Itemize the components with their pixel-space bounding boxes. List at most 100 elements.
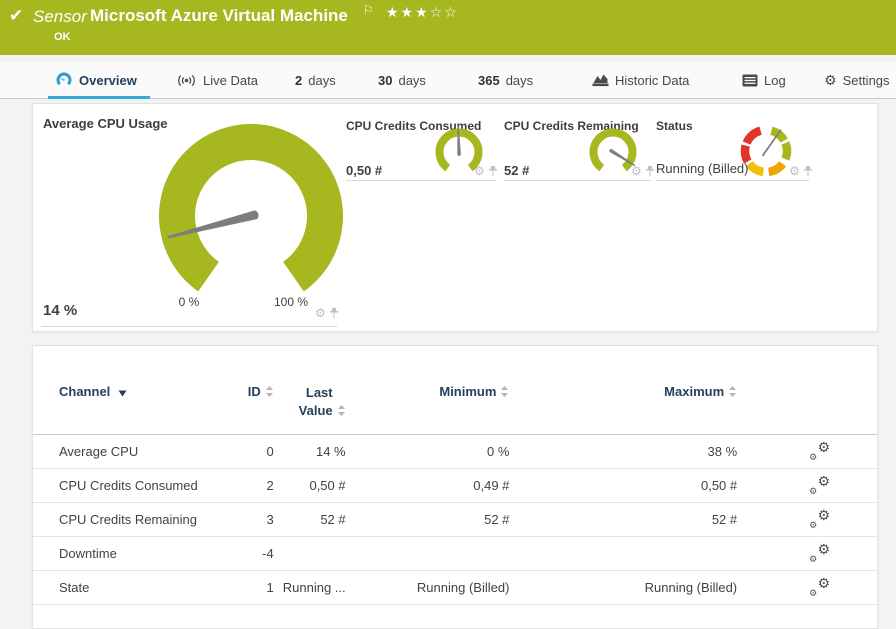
edit-channel-gears-icon[interactable]: ⚙⚙ <box>809 511 830 528</box>
edit-channel-gears-icon[interactable]: ⚙⚙ <box>809 443 830 460</box>
channel-id: 1 <box>239 580 274 595</box>
gear-icon[interactable]: ⚙ <box>789 165 800 177</box>
status-gauge-tools: ⚙ <box>789 165 813 177</box>
status-gauge-value: Running (Billed) <box>656 161 749 176</box>
panel-divider <box>346 180 496 181</box>
sort-updown-icon <box>500 386 509 397</box>
edit-channel-gears-icon[interactable]: ⚙⚙ <box>809 579 830 596</box>
channel-name: State <box>33 580 239 595</box>
channel-table-card: Channel ID Last Value Minimum Maximum Av… <box>32 345 878 629</box>
channel-last-value: 0,50 # <box>274 478 346 493</box>
channel-name: CPU Credits Consumed <box>33 478 239 493</box>
average-cpu-gauge <box>156 121 346 293</box>
tab-2-days[interactable]: 2 days <box>295 62 336 98</box>
object-kind-label: Sensor <box>33 7 87 27</box>
flag-icon[interactable]: ⚐ <box>363 3 374 17</box>
main-gauge-value: 14 % <box>43 302 77 319</box>
channel-maximum: 38 % <box>509 444 737 459</box>
table-header-row: Channel ID Last Value Minimum Maximum <box>33 384 877 435</box>
gauges-card: Average CPU Usage 0 % 100 % 14 % ⚙ CPU C… <box>32 103 878 332</box>
pin-icon[interactable] <box>803 166 813 177</box>
channel-id: 2 <box>239 478 274 493</box>
panel-divider <box>41 326 337 327</box>
column-header-channel[interactable]: Channel <box>33 384 239 399</box>
channel-maximum: Running (Billed) <box>509 580 737 595</box>
gauge-icon <box>55 72 73 88</box>
status-badge: OK <box>54 31 71 43</box>
table-row: Average CPU 0 14 % 0 % 38 % ⚙⚙ <box>33 435 877 469</box>
remaining-gauge-value: 52 # <box>504 163 529 178</box>
tab-label: Overview <box>79 73 137 88</box>
column-header-last-value[interactable]: Last Value <box>274 384 346 419</box>
edit-channel-gears-icon[interactable]: ⚙⚙ <box>809 545 830 562</box>
channel-name: CPU Credits Remaining <box>33 512 239 527</box>
channel-minimum: 0,49 # <box>346 478 510 493</box>
tab-label: Log <box>764 73 786 88</box>
consumed-gauge-tools: ⚙ <box>474 165 498 177</box>
gear-icon[interactable]: ⚙ <box>474 165 485 177</box>
channel-id: 3 <box>239 512 274 527</box>
tab-overview[interactable]: Overview <box>55 62 137 98</box>
live-icon <box>176 74 197 87</box>
channel-last-value: 52 # <box>274 512 346 527</box>
tab-label: Settings <box>843 73 890 88</box>
pin-icon[interactable] <box>488 166 498 177</box>
sensor-header: ✔ Sensor Microsoft Azure Virtual Machine… <box>0 0 896 55</box>
panel-divider <box>504 180 651 181</box>
page-title: Microsoft Azure Virtual Machine <box>90 6 348 26</box>
remaining-gauge-tools: ⚙ <box>631 165 655 177</box>
channel-minimum: 52 # <box>346 512 510 527</box>
gauge-scale-min: 0 % <box>159 295 219 309</box>
consumed-gauge-value: 0,50 # <box>346 163 382 178</box>
channel-minimum: 0 % <box>346 444 510 459</box>
tab-live-data[interactable]: Live Data <box>176 62 258 98</box>
gear-icon[interactable]: ⚙ <box>315 307 326 319</box>
pin-icon[interactable] <box>329 308 339 319</box>
channel-maximum: 0,50 # <box>509 478 737 493</box>
active-tab-underline <box>48 96 150 99</box>
tab-label: Live Data <box>203 73 258 88</box>
stars-filled: ★★★ <box>386 4 430 20</box>
log-icon <box>742 74 758 87</box>
channel-last-value: 14 % <box>274 444 346 459</box>
panel-divider <box>656 180 809 181</box>
sort-updown-icon <box>265 386 274 397</box>
chart-icon <box>592 73 609 87</box>
channel-id: 0 <box>239 444 274 459</box>
column-header-maximum[interactable]: Maximum <box>509 384 737 399</box>
main-gauge-title: Average CPU Usage <box>43 116 168 131</box>
table-row: State 1 Running ... Running (Billed) Run… <box>33 571 877 605</box>
table-row: CPU Credits Consumed 2 0,50 # 0,49 # 0,5… <box>33 469 877 503</box>
channel-last-value: Running ... <box>274 580 346 595</box>
tab-settings[interactable]: ⚙ Settings <box>824 62 890 98</box>
tab-365-days[interactable]: 365 days <box>478 62 533 98</box>
tab-30-days[interactable]: 30 days <box>378 62 426 98</box>
table-row: Downtime -4 ⚙⚙ <box>33 537 877 571</box>
column-header-id[interactable]: ID <box>239 384 274 399</box>
sort-updown-icon <box>337 405 346 416</box>
priority-stars[interactable]: ★★★☆☆ <box>386 4 459 21</box>
channel-name: Downtime <box>33 546 239 561</box>
gauge-scale-max: 100 % <box>261 295 321 309</box>
column-header-minimum[interactable]: Minimum <box>346 384 510 399</box>
tab-historic-data[interactable]: Historic Data <box>592 62 689 98</box>
channel-table: Channel ID Last Value Minimum Maximum Av… <box>33 384 877 605</box>
channel-id: -4 <box>239 546 274 561</box>
tab-bar: Overview Live Data 2 days 30 days 365 da… <box>0 62 896 99</box>
channel-name: Average CPU <box>33 444 239 459</box>
gear-icon[interactable]: ⚙ <box>631 165 642 177</box>
status-check-icon: ✔ <box>9 6 23 26</box>
channel-minimum: Running (Billed) <box>346 580 510 595</box>
channel-maximum: 52 # <box>509 512 737 527</box>
sort-desc-icon <box>118 390 127 397</box>
sort-updown-icon <box>728 386 737 397</box>
stars-empty: ☆☆ <box>430 4 459 20</box>
edit-channel-gears-icon[interactable]: ⚙⚙ <box>809 477 830 494</box>
tab-label: Historic Data <box>615 73 689 88</box>
gear-icon: ⚙ <box>824 73 837 87</box>
status-gauge-title: Status <box>656 119 693 133</box>
table-row: CPU Credits Remaining 3 52 # 52 # 52 # ⚙… <box>33 503 877 537</box>
tab-log[interactable]: Log <box>742 62 786 98</box>
pin-icon[interactable] <box>645 166 655 177</box>
main-gauge-tools: ⚙ <box>315 307 339 319</box>
